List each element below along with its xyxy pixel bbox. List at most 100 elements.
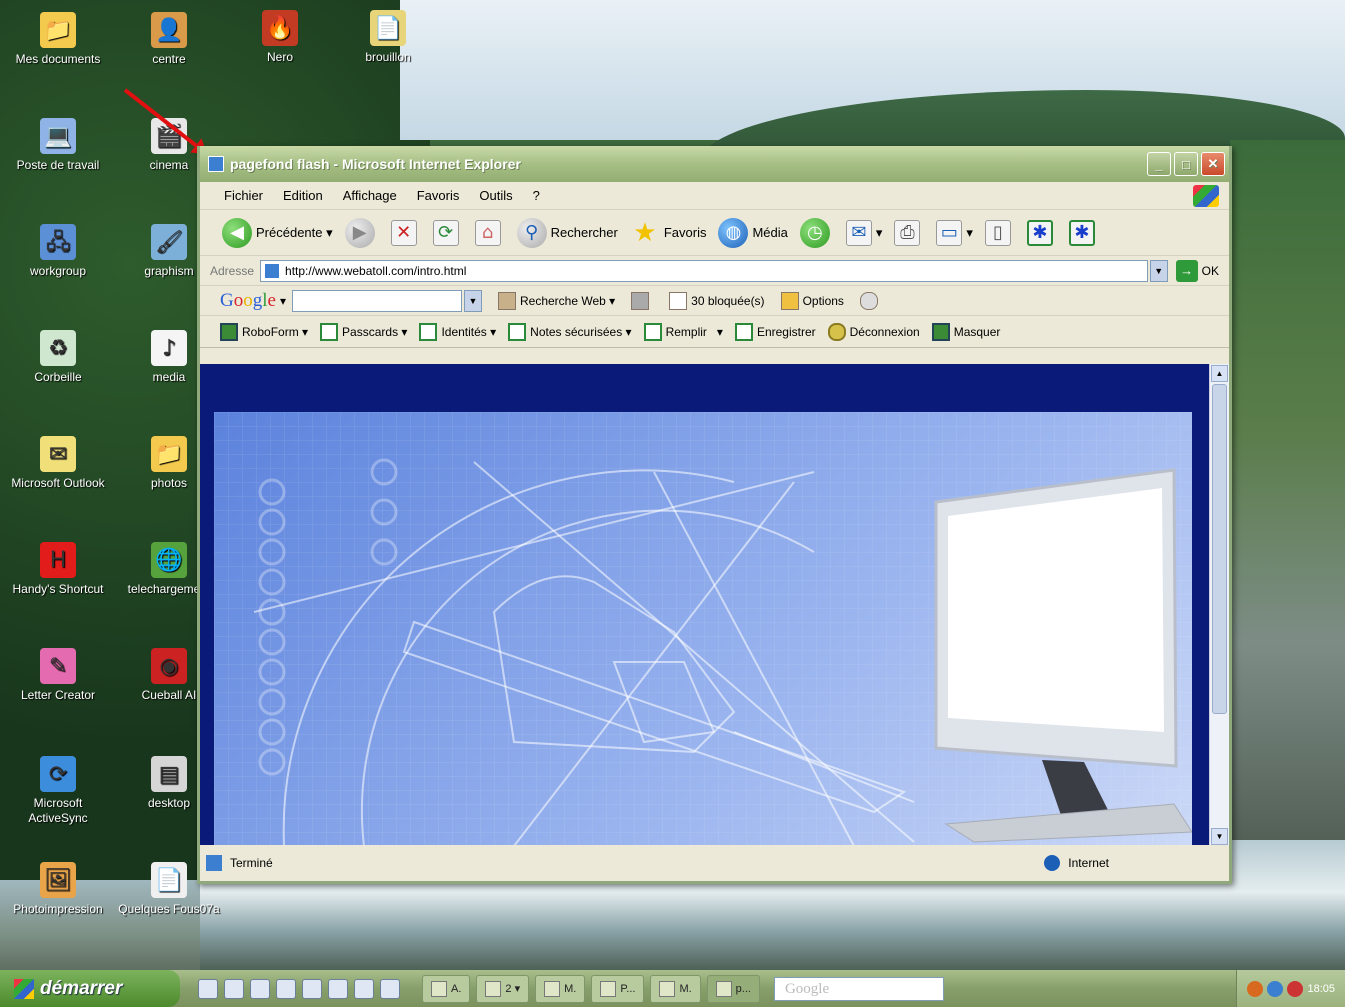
history-button[interactable]: ◷ [799, 217, 834, 248]
menu-favoris[interactable]: Favoris [417, 188, 460, 203]
forward-button[interactable]: ▶ [344, 217, 379, 248]
quicklaunch-icon[interactable] [198, 978, 218, 999]
go-button[interactable]: OK [1202, 264, 1219, 278]
maximize-button[interactable]: □ [1174, 152, 1198, 176]
taskbar-button-active[interactable]: p... [706, 974, 760, 1003]
desktop-icon[interactable]: ⟳ Microsoft ActiveSync [4, 756, 112, 826]
menu-edition[interactable]: Edition [283, 188, 323, 203]
menu-outils[interactable]: Outils [479, 188, 512, 203]
desktop-icon[interactable]: 🖼 Photoimpression [4, 862, 112, 917]
highlight-button[interactable] [859, 291, 882, 310]
security-zone[interactable]: Internet [1044, 855, 1109, 871]
pagerank-button[interactable] [631, 291, 653, 310]
refresh-icon: ⟳ [432, 219, 459, 246]
menu-affichage[interactable]: Affichage [343, 188, 397, 203]
tray-icon[interactable] [1287, 980, 1304, 997]
edit-dropdown-icon[interactable]: ▾ [966, 225, 973, 241]
quicklaunch-icon[interactable] [276, 978, 296, 999]
go-arrow-icon[interactable]: → [1175, 259, 1198, 282]
search-icon: ⚲ [516, 217, 547, 248]
scroll-up-icon[interactable]: ▲ [1211, 365, 1228, 382]
page-content[interactable]: ▲ ▼ [200, 364, 1229, 846]
hide-button[interactable]: Masquer [931, 322, 1000, 341]
desktop-icon[interactable]: ♻ Corbeille [4, 330, 112, 385]
menu-help[interactable]: ? [533, 188, 540, 203]
quicklaunch-icon[interactable] [250, 978, 270, 999]
taskbar-button[interactable]: M. [650, 974, 701, 1003]
desktop-icon[interactable]: 📁 Mes documents [4, 12, 112, 67]
desktop-icon[interactable]: 💻 Poste de travail [4, 118, 112, 173]
taskbar-button[interactable]: 2 ▾ [476, 974, 530, 1003]
minimize-button[interactable]: _ [1147, 152, 1171, 176]
refresh-button[interactable]: ⟳ [432, 219, 463, 246]
start-button[interactable]: démarrer [0, 970, 180, 1007]
desktop-app-icon: ✎ [40, 648, 76, 684]
google-menu-dropdown-icon[interactable]: ▾ [280, 294, 286, 308]
desktop-app-icon: 📄 [370, 10, 406, 46]
back-arrow-icon: ◀ [222, 217, 252, 248]
edit-button[interactable]: ▭ ▾ [936, 219, 973, 246]
google-options-button[interactable]: Options [780, 291, 844, 310]
desktop-icon[interactable]: H Handy's Shortcut [4, 542, 112, 597]
print-button[interactable]: ⎙ [894, 219, 924, 246]
scroll-down-icon[interactable]: ▼ [1211, 828, 1228, 845]
media-button[interactable]: ◍ Média [718, 217, 788, 248]
roboform-menu[interactable]: RoboForm ▾ [220, 322, 308, 341]
google-search-dropdown-icon[interactable]: ▼ [463, 289, 482, 312]
identities-menu[interactable]: Identités ▾ [419, 322, 496, 341]
desktop-icon[interactable]: ✎ Letter Creator [4, 648, 112, 703]
taskbar-button[interactable]: A. [422, 974, 471, 1003]
taskbar-google-search[interactable]: Google [773, 976, 944, 1001]
desktop-icon[interactable]: 🔥 Nero [226, 10, 334, 65]
back-dropdown-icon[interactable]: ▾ [323, 225, 333, 241]
address-input[interactable]: http://www.webatoll.com/intro.html [260, 259, 1148, 282]
flash-intro-animation[interactable] [214, 412, 1192, 846]
roboform-button-2[interactable]: ✱ [1068, 219, 1099, 246]
discuss-button[interactable]: ▯ [984, 219, 1015, 246]
window-titlebar[interactable]: pagefond flash - Microsoft Internet Expl… [200, 146, 1229, 182]
vertical-scrollbar[interactable]: ▲ ▼ [1209, 364, 1229, 846]
quicklaunch-icon[interactable] [224, 978, 244, 999]
save-button[interactable]: Enregistrer [734, 322, 816, 341]
desktop-icon[interactable]: 📄 brouillon [334, 10, 442, 65]
close-button[interactable]: ✕ [1201, 152, 1225, 176]
passcards-menu[interactable]: Passcards ▾ [320, 322, 407, 341]
quicklaunch-icon[interactable] [328, 978, 348, 999]
mail-dropdown-icon[interactable]: ▾ [876, 225, 883, 241]
passcards-icon [320, 322, 339, 341]
home-button[interactable]: ⌂ [474, 219, 505, 246]
google-search-input[interactable] [291, 289, 462, 312]
mail-button[interactable]: ✉ ▾ [845, 219, 883, 246]
logoff-button[interactable]: Déconnexion [827, 322, 920, 341]
taskbar-button[interactable]: M. [535, 974, 586, 1003]
search-button[interactable]: ⚲ Rechercher [516, 217, 618, 248]
roboform-toolbar: RoboForm ▾ Passcards ▾ Identités ▾ Notes… [200, 316, 1229, 348]
tray-icon[interactable] [1267, 980, 1284, 997]
popup-blocker-button[interactable]: 30 bloquée(s) [669, 291, 765, 310]
roboform-icon: ✱ [1026, 219, 1053, 246]
roboform-button-1[interactable]: ✱ [1026, 219, 1057, 246]
google-logo[interactable]: Google [220, 290, 276, 312]
desktop-icon-label: centre [152, 52, 186, 66]
scroll-thumb[interactable] [1212, 384, 1227, 714]
quicklaunch-icon[interactable] [354, 978, 374, 999]
taskbar-button[interactable]: P... [591, 974, 645, 1003]
tray-icon[interactable] [1247, 980, 1264, 997]
quicklaunch-icon[interactable] [380, 978, 400, 999]
clock[interactable]: 18:05 [1307, 983, 1335, 995]
safenotes-menu[interactable]: Notes sécurisées ▾ [508, 322, 632, 341]
desktop-icon[interactable]: ✉ Microsoft Outlook [4, 436, 112, 491]
ie-window[interactable]: pagefond flash - Microsoft Internet Expl… [197, 146, 1232, 884]
favorites-button[interactable]: ★ Favoris [630, 218, 706, 248]
desktop-app-icon: 🖧 [40, 224, 76, 260]
quicklaunch-icon[interactable] [302, 978, 322, 999]
address-dropdown-icon[interactable]: ▼ [1149, 259, 1168, 282]
desktop-icon[interactable]: 👤 centre [115, 12, 223, 67]
fill-button[interactable]: Remplir ▾ [643, 322, 723, 341]
system-tray: 18:05 [1236, 970, 1345, 1007]
back-button[interactable]: ◀ Précédente ▾ [222, 217, 333, 248]
desktop-icon[interactable]: 🖧 workgroup [4, 224, 112, 279]
stop-button[interactable]: ✕ [390, 219, 421, 246]
menu-fichier[interactable]: Fichier [224, 188, 263, 203]
google-search-web-button[interactable]: Recherche Web ▾ [497, 291, 615, 310]
